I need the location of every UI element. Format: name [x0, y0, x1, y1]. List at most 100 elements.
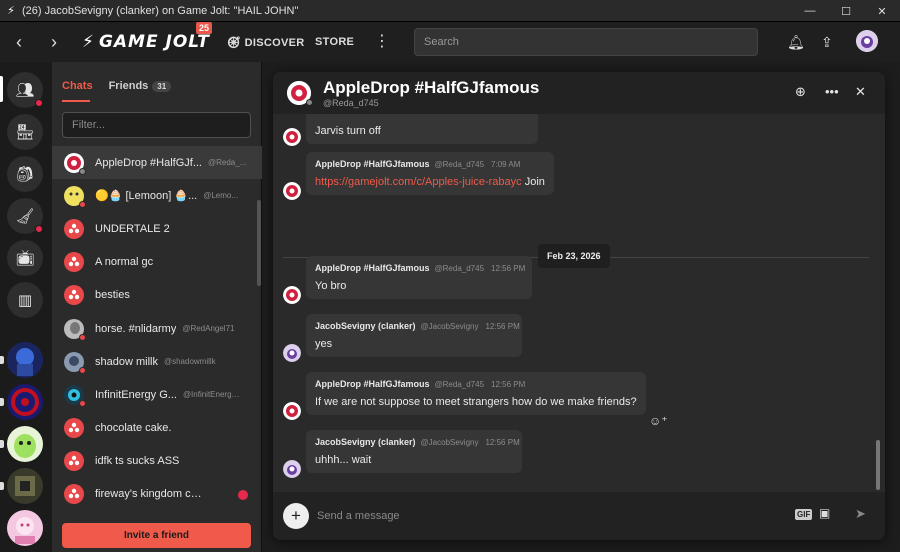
chat-list-item[interactable]: chocolate cake. — [52, 412, 262, 445]
minimize-button[interactable]: — — [792, 0, 828, 22]
community-avatar-3[interactable] — [7, 426, 43, 462]
message-text: Jarvis turn off — [315, 125, 381, 137]
chat-handle: @Reda_... — [208, 158, 247, 168]
message-author[interactable]: AppleDrop #HalfGJfamous — [315, 263, 430, 273]
friends-tab-label: Friends — [108, 80, 149, 92]
community-indicator — [0, 356, 4, 364]
chat-list-item[interactable]: 🟡🧁 [Lemoon] 🧁... @Lemo... — [52, 179, 262, 212]
chat-list-item[interactable]: horse. #nlidarmy @RedAngel71 — [52, 312, 262, 345]
add-member-icon[interactable]: ⊕ — [795, 84, 806, 100]
add-attachment-button[interactable]: + — [283, 503, 309, 529]
logo-bolt-icon: ⚡ — [82, 32, 95, 52]
chat-name: fireway's kingdom cum ... — [95, 488, 205, 501]
message-scrollbar[interactable] — [876, 440, 880, 490]
message-author[interactable]: AppleDrop #HalfGJfamous — [315, 159, 430, 169]
chat-list-item[interactable]: InfinitEnergy G... @InfinitEnergy-... — [52, 378, 262, 411]
date-separator: Feb 23, 2026 — [538, 244, 610, 268]
creator-icon[interactable]: 📺︎ — [7, 240, 43, 276]
user-avatar[interactable] — [856, 30, 878, 52]
chat-list-item[interactable]: UNDERTALE 2 — [52, 212, 262, 245]
filter-input[interactable] — [62, 112, 251, 138]
friends-count-badge: 31 — [152, 80, 172, 92]
gamejolt-logo[interactable]: ⚡ GAME JOLT — [82, 32, 210, 52]
bell-icon[interactable]: 🔔︎ — [787, 34, 805, 51]
close-window-button[interactable]: ✕ — [864, 0, 900, 22]
store-shell-icon[interactable]: 🏪︎ — [7, 114, 43, 150]
chat-notification-dot — [35, 99, 43, 107]
add-reaction-icon[interactable]: ☺⁺ — [649, 414, 668, 428]
chat-name: UNDERTALE 2 — [95, 222, 170, 235]
window-titlebar: ⚡ (26) JacobSevigny (clanker) on Game Jo… — [0, 0, 900, 22]
chat-handle: @Reda_d745 — [323, 98, 379, 108]
logo-text: GAME JOLT — [98, 32, 210, 52]
forward-arrow-icon[interactable]: › — [44, 32, 64, 52]
maximize-button[interactable]: ☐ — [828, 0, 864, 22]
chat-list-item[interactable]: fireway's kingdom cum ... — [52, 478, 262, 511]
discover-link[interactable]: 🧭︎ DISCOVER — [227, 36, 304, 49]
chat-name: A normal gc — [95, 256, 154, 269]
chat-list-item[interactable]: AppleDrop #HalfGJf... @Reda_... — [52, 146, 262, 180]
chat-list-item[interactable]: besties — [52, 279, 262, 312]
message-bubble: Jarvis turn off — [306, 114, 538, 144]
chat-title: AppleDrop #HalfGJfamous — [323, 78, 540, 97]
chat-name: InfinitEnergy G... — [95, 388, 177, 401]
avatar — [283, 182, 301, 200]
chat-list-item[interactable]: A normal gc — [52, 246, 262, 279]
chat-list-item[interactable]: idfk ts sucks ASS — [52, 445, 262, 478]
community-indicator — [0, 398, 4, 406]
message-author[interactable]: AppleDrop #HalfGJfamous — [315, 379, 430, 389]
message-time: 12:56 PM — [491, 264, 526, 273]
message-author[interactable]: JacobSevigny (clanker) — [315, 437, 416, 447]
more-menu-icon[interactable]: ⋮ — [374, 31, 390, 51]
message-handle: @JacobSevigny — [420, 322, 479, 331]
chat-name: chocolate cake. — [95, 422, 172, 435]
avatar — [283, 402, 301, 420]
window-controls: — ☐ ✕ — [792, 0, 900, 22]
library-icon[interactable]: ▥ — [7, 282, 43, 318]
message-author[interactable]: JacobSevigny (clanker) — [315, 321, 416, 331]
message-text: Join — [524, 176, 545, 188]
chat-handle: @InfinitEnergy-... — [182, 390, 243, 400]
tab-friends[interactable]: Friends 31 — [109, 80, 172, 92]
group-avatar — [64, 484, 84, 505]
message-link[interactable]: https://gamejolt.com/c/Apples-juice-raba… — [315, 176, 522, 188]
message-handle: @Reda_d745 — [434, 160, 485, 169]
chat-list-scrollbar[interactable] — [257, 200, 261, 286]
friend-requests-icon[interactable]: ⇪ — [821, 34, 833, 51]
group-avatar — [64, 451, 84, 472]
more-options-icon[interactable]: ••• — [825, 84, 839, 99]
close-chat-icon[interactable]: ✕ — [855, 84, 866, 100]
chat-name: shadow millk — [95, 355, 158, 368]
chat-list-panel: Chats Friends31 AppleDrop #HalfGJf... @R… — [52, 62, 262, 552]
back-arrow-icon[interactable]: ‹ — [9, 32, 29, 52]
unread-dot — [238, 489, 248, 500]
community-avatar-5[interactable] — [7, 510, 43, 546]
chat-handle: @shadowmillk — [163, 357, 216, 367]
tab-chats[interactable]: Chats — [62, 80, 93, 92]
avatar — [64, 318, 86, 341]
invite-friend-button[interactable]: Invite a friend — [62, 523, 251, 548]
community-avatar-1[interactable] — [7, 342, 43, 378]
group-avatar — [64, 252, 84, 273]
shell-sidebar: 👥︎ 🏪︎ 🎒︎ 🧹︎ 📺︎ ▥ — [0, 62, 52, 552]
chat-name: idfk ts sucks ASS — [95, 455, 180, 468]
send-icon[interactable]: ➤ — [855, 506, 866, 522]
message-composer: + GIF ▣ ➤ — [273, 492, 885, 540]
group-avatar — [64, 218, 84, 239]
community-indicator — [0, 440, 4, 448]
gif-button[interactable]: GIF — [795, 509, 813, 520]
avatar — [283, 128, 301, 146]
store-link[interactable]: STORE — [315, 36, 354, 48]
community-avatar-2[interactable] — [7, 384, 43, 420]
chat-name: besties — [95, 289, 130, 302]
community-avatar-4[interactable] — [7, 468, 43, 504]
compass-icon: 🧭︎ — [227, 37, 242, 49]
avatar — [283, 344, 301, 362]
avatar — [64, 185, 86, 208]
search-input[interactable] — [414, 28, 758, 56]
chat-list: AppleDrop #HalfGJf... @Reda_... 🟡🧁 [Lemo… — [52, 146, 262, 518]
sticker-icon[interactable]: ▣ — [819, 506, 830, 520]
message-input[interactable] — [317, 503, 787, 529]
chat-list-item[interactable]: shadow millk @shadowmillk — [52, 345, 262, 378]
backpack-icon[interactable]: 🎒︎ — [7, 156, 43, 192]
